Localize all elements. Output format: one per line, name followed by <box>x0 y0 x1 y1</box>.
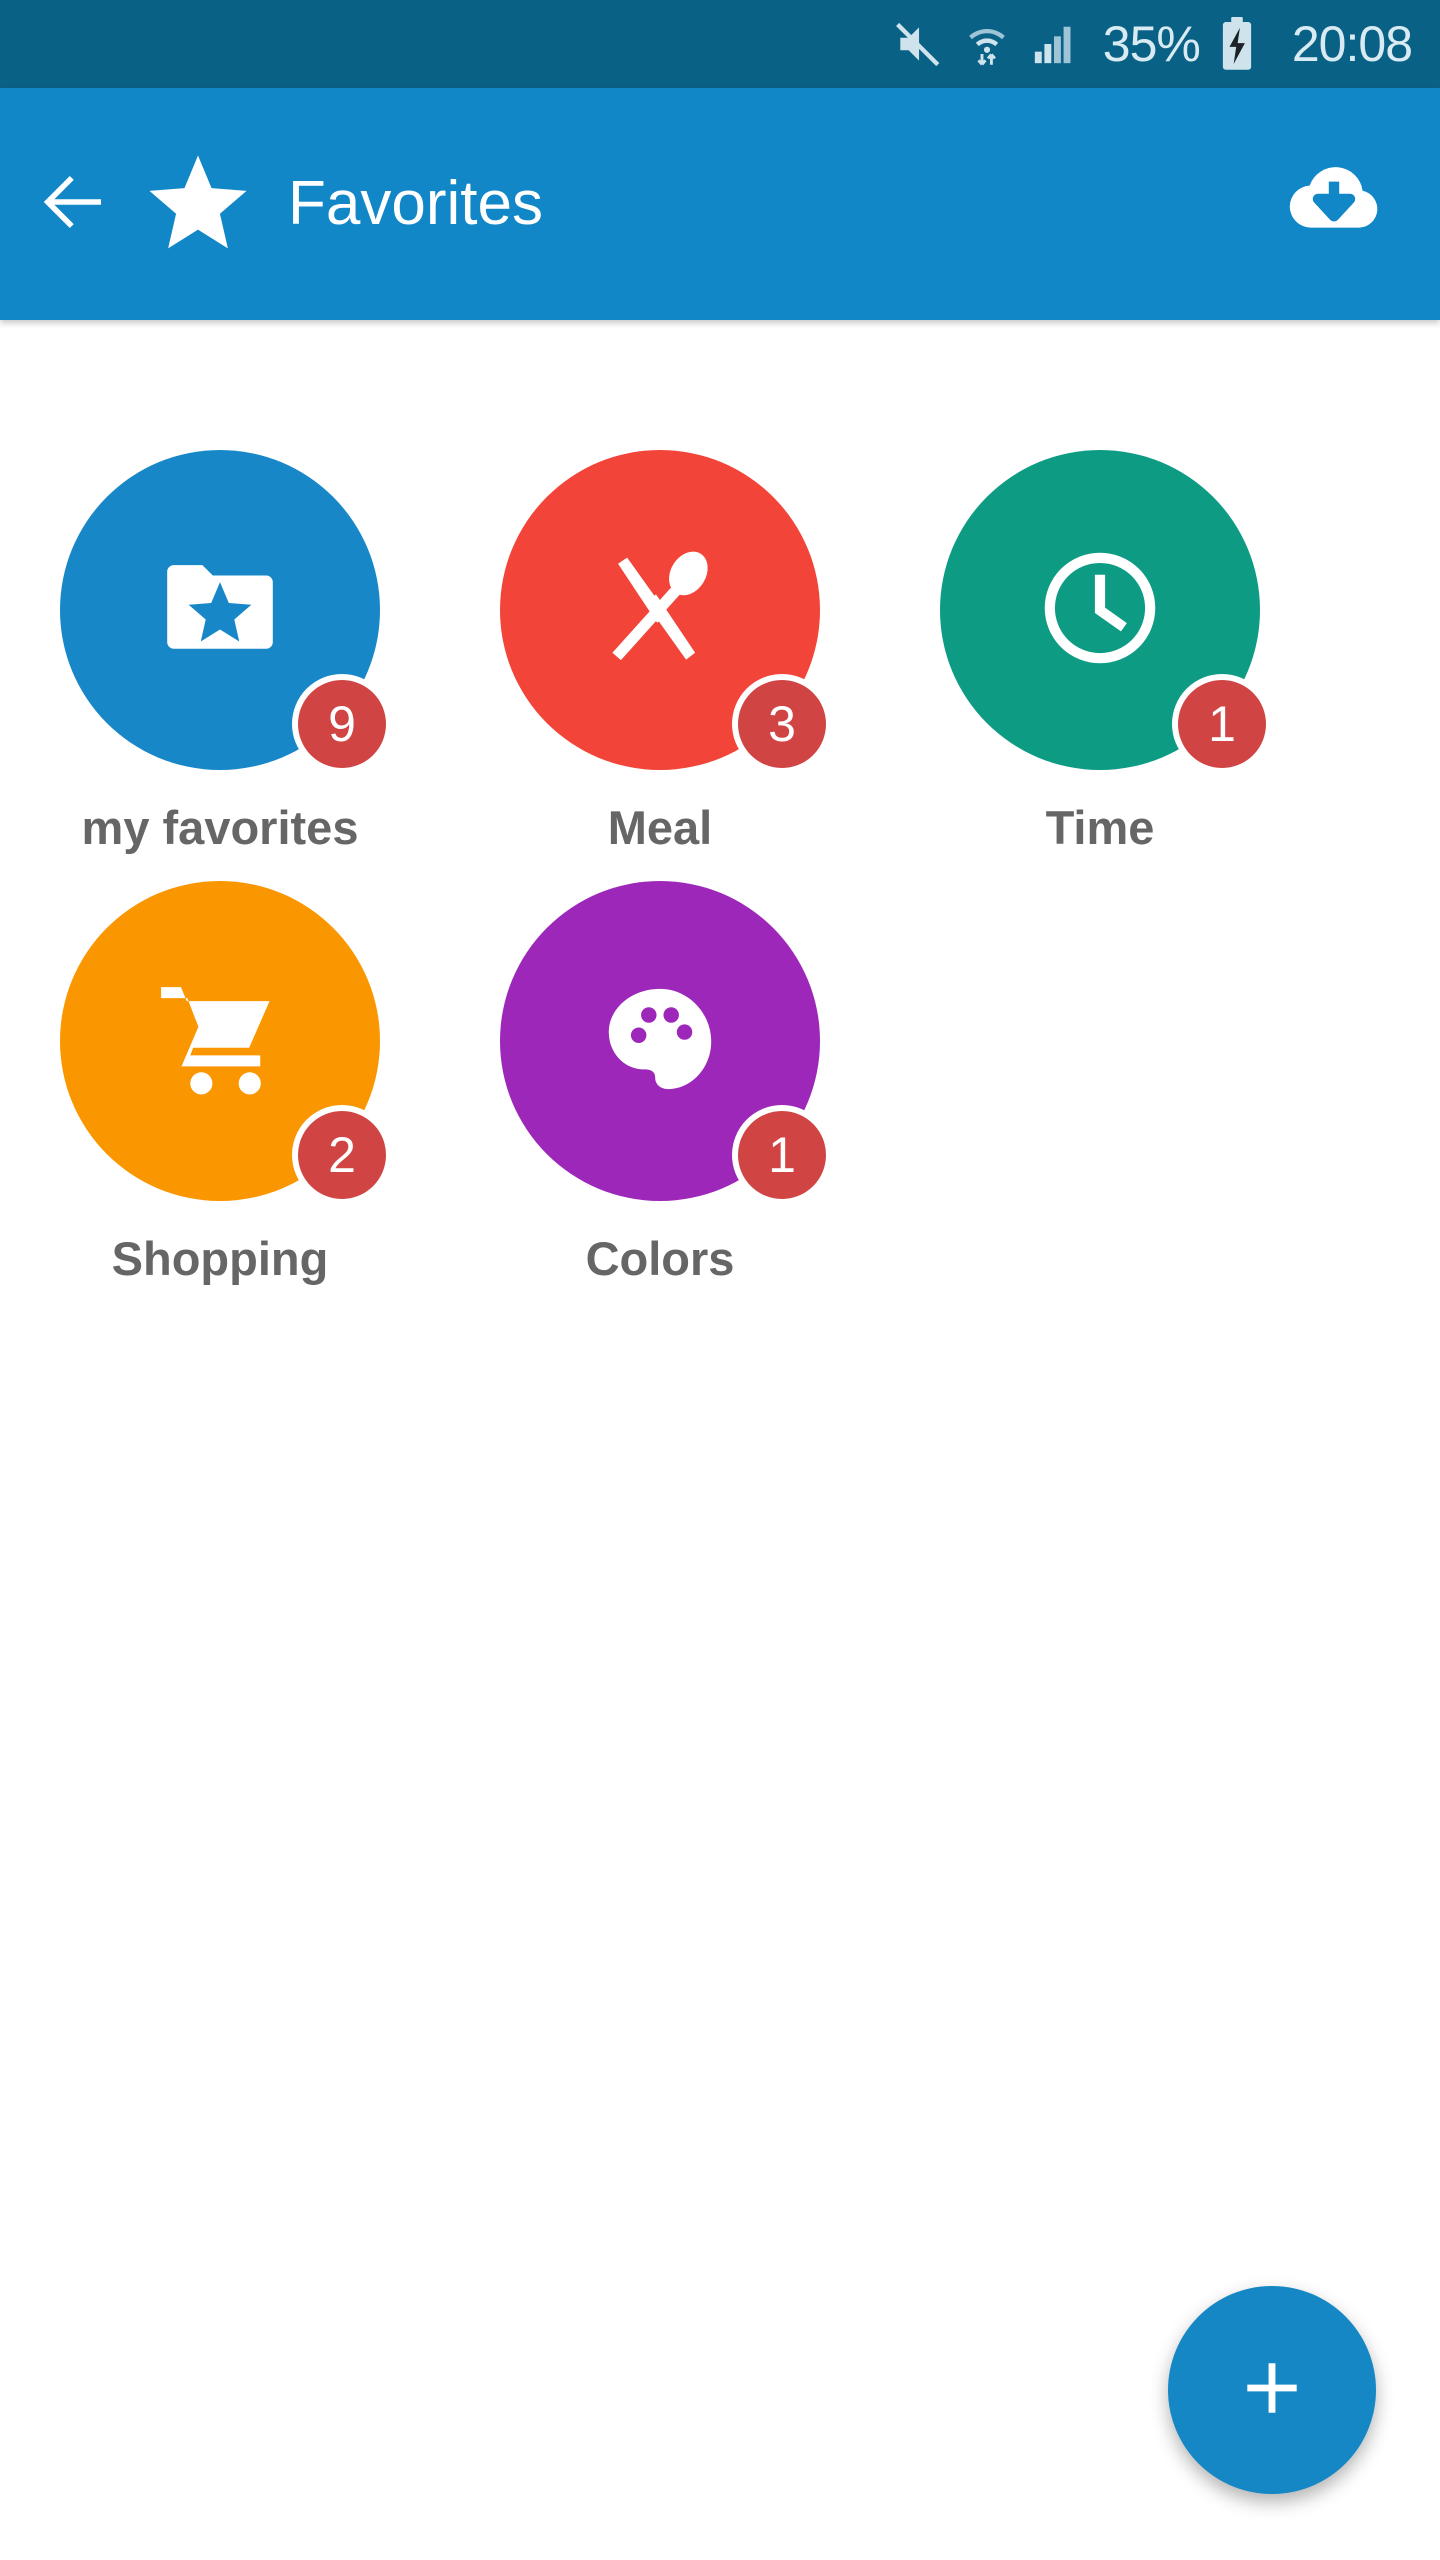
wifi-transfer-icon <box>963 19 1011 69</box>
back-button[interactable] <box>0 88 150 320</box>
content-area: 9 my favorites 3 Meal 1 Time 2 Shopping … <box>0 320 1440 2560</box>
tile-meal[interactable]: 3 Meal <box>440 420 880 851</box>
tile-label: Shopping <box>111 1232 329 1285</box>
tile-badge: 1 <box>732 1105 832 1205</box>
tile-circle-wrapper: 1 <box>500 881 832 1205</box>
battery-charging-icon <box>1220 17 1254 71</box>
tile-badge: 1 <box>1172 674 1272 774</box>
cloud-download-button[interactable] <box>1274 144 1394 264</box>
tile-circle-wrapper: 3 <box>500 450 832 774</box>
add-favorite-fab[interactable] <box>1168 2286 1376 2494</box>
status-time-label: 20:08 <box>1291 16 1413 72</box>
tile-circle-wrapper: 2 <box>60 881 392 1205</box>
clock-icon <box>1030 538 1170 683</box>
fork-spoon-icon <box>592 540 728 681</box>
status-bar-icons: 35% 20:08 <box>893 16 1413 72</box>
palette-icon <box>596 975 724 1108</box>
tile-circle-wrapper: 1 <box>940 450 1272 774</box>
shopping-cart-icon <box>150 969 290 1114</box>
tile-badge: 2 <box>292 1105 392 1205</box>
tile-badge: 3 <box>732 674 832 774</box>
tile-label: Colors <box>585 1232 735 1285</box>
cellular-signal-icon <box>1031 20 1077 68</box>
folder-star-icon <box>154 542 286 679</box>
battery-percent-label: 35% <box>1102 16 1201 72</box>
tile-time[interactable]: 1 Time <box>880 420 1320 851</box>
page-title: Favorites <box>288 169 543 238</box>
cloud-download-icon <box>1282 150 1386 259</box>
tile-label: my favorites <box>81 801 359 854</box>
tile-label: Time <box>1045 801 1155 854</box>
tile-circle-wrapper: 9 <box>60 450 392 774</box>
star-icon <box>142 148 254 260</box>
mute-icon <box>893 19 943 69</box>
favorites-grid: 9 my favorites 3 Meal 1 Time 2 Shopping … <box>0 420 1440 1282</box>
plus-icon <box>1233 2349 1311 2432</box>
tile-shopping[interactable]: 2 Shopping <box>0 851 440 1282</box>
back-arrow-icon <box>36 163 114 246</box>
status-bar: 35% 20:08 <box>0 0 1440 88</box>
tile-colors[interactable]: 1 Colors <box>440 851 880 1282</box>
tile-badge: 9 <box>292 674 392 774</box>
tile-my-favorites[interactable]: 9 my favorites <box>0 420 440 851</box>
tile-label: Meal <box>607 801 713 854</box>
app-bar: Favorites <box>0 88 1440 320</box>
